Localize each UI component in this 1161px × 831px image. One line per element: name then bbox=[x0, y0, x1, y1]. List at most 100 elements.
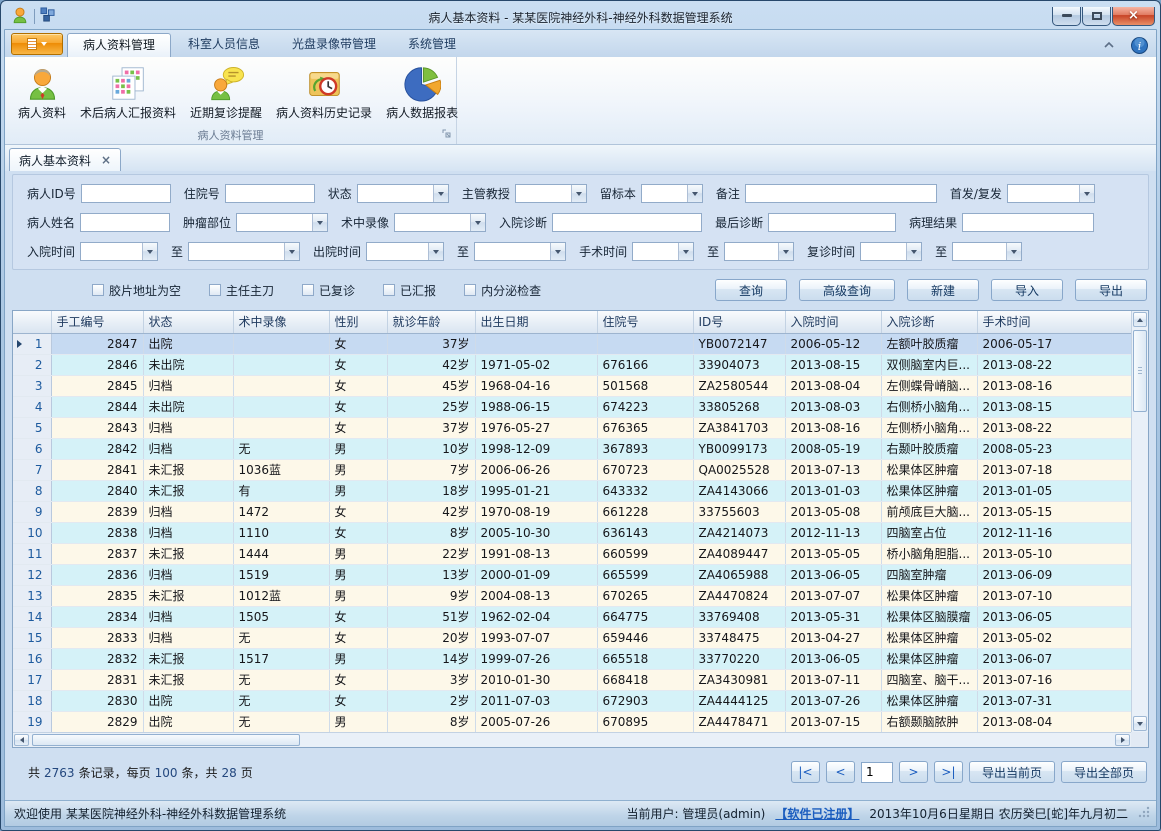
dropdown-button[interactable] bbox=[778, 243, 793, 260]
vertical-scrollbar[interactable] bbox=[1131, 311, 1148, 732]
filter-combo-3-5[interactable] bbox=[632, 242, 694, 261]
filter-input-2-1[interactable] bbox=[80, 213, 170, 232]
dropdown-button[interactable] bbox=[571, 185, 586, 202]
filter-combo-3-3[interactable] bbox=[366, 242, 444, 261]
ribbon-button-2[interactable]: 术后病人汇报资料 bbox=[73, 60, 183, 126]
table-row[interactable]: 12847出院女37岁YB00721472006-05-12左额叶胶质瘤2006… bbox=[13, 333, 1133, 354]
filter-input-2-5[interactable] bbox=[768, 213, 896, 232]
table-row[interactable]: 142834归档1505女51岁1962-02-0466477533769408… bbox=[13, 606, 1133, 627]
column-header-8[interactable]: 住院号 bbox=[597, 311, 693, 333]
column-header-12[interactable]: 手术时间 bbox=[977, 311, 1133, 333]
table-row[interactable]: 172831未汇报无女3岁2010-01-30668418ZA343098120… bbox=[13, 669, 1133, 690]
ribbon-button-5[interactable]: 病人数据报表 bbox=[379, 60, 465, 126]
dropdown-button[interactable] bbox=[678, 243, 693, 260]
column-header-11[interactable]: 入院诊断 bbox=[881, 311, 977, 333]
filter-combo-1-3[interactable] bbox=[357, 184, 449, 203]
checkbox-3[interactable]: 已复诊 bbox=[302, 282, 355, 299]
dropdown-button[interactable] bbox=[1006, 243, 1021, 260]
column-header-3[interactable]: 状态 bbox=[143, 311, 233, 333]
application-menu-button[interactable] bbox=[11, 33, 63, 55]
filter-combo-3-8[interactable] bbox=[952, 242, 1022, 261]
filter-combo-3-7[interactable] bbox=[860, 242, 922, 261]
column-header-10[interactable]: 入院时间 bbox=[785, 311, 881, 333]
action-button-5[interactable]: 导出 bbox=[1075, 279, 1147, 301]
ribbon-button-1[interactable]: 病人资料 bbox=[11, 60, 73, 126]
column-header-7[interactable]: 出生日期 bbox=[475, 311, 597, 333]
filter-combo-1-4[interactable] bbox=[515, 184, 587, 203]
dropdown-button[interactable] bbox=[142, 243, 157, 260]
filter-input-1-6[interactable] bbox=[745, 184, 937, 203]
dialog-launcher-icon[interactable] bbox=[442, 128, 452, 142]
column-header-9[interactable]: ID号 bbox=[693, 311, 785, 333]
next-page-button[interactable]: > bbox=[899, 761, 928, 783]
filter-combo-1-7[interactable] bbox=[1007, 184, 1095, 203]
first-page-button[interactable]: |< bbox=[791, 761, 820, 783]
title-bar[interactable]: 病人基本资料 - 某某医院神经外科-神经外科数据管理系统 × bbox=[4, 1, 1157, 29]
table-row[interactable]: 162832未汇报1517男14岁1999-07-266655183377022… bbox=[13, 648, 1133, 669]
checkbox-1[interactable]: 胶片地址为空 bbox=[92, 282, 181, 299]
ribbon-tab-1[interactable]: 病人资料管理 bbox=[67, 33, 171, 57]
table-row[interactable]: 92839归档1472女42岁1970-08-19661228337556032… bbox=[13, 501, 1133, 522]
ribbon-tab-2[interactable]: 科室人员信息 bbox=[173, 33, 275, 57]
export-all-pages-button[interactable]: 导出全部页 bbox=[1061, 761, 1147, 783]
minimize-button[interactable] bbox=[1052, 7, 1081, 26]
filter-input-1-2[interactable] bbox=[225, 184, 315, 203]
collapse-ribbon-icon[interactable] bbox=[1100, 37, 1118, 53]
dropdown-button[interactable] bbox=[433, 185, 448, 202]
column-header-2[interactable]: 手工编号 bbox=[51, 311, 143, 333]
export-current-page-button[interactable]: 导出当前页 bbox=[969, 761, 1055, 783]
filter-combo-3-6[interactable] bbox=[724, 242, 794, 261]
column-header-4[interactable]: 术中录像 bbox=[233, 311, 329, 333]
scroll-right-icon[interactable] bbox=[1115, 734, 1130, 746]
tab-patient-basic-info[interactable]: 病人基本资料 × bbox=[9, 148, 121, 171]
page-number-input[interactable] bbox=[861, 762, 893, 783]
dropdown-button[interactable] bbox=[284, 243, 299, 260]
maximize-button[interactable] bbox=[1082, 7, 1111, 26]
prev-page-button[interactable]: < bbox=[826, 761, 855, 783]
table-row[interactable]: 72841未汇报1036蓝男7岁2006-06-26670723QA002552… bbox=[13, 459, 1133, 480]
dropdown-button[interactable] bbox=[312, 214, 327, 231]
last-page-button[interactable]: >| bbox=[934, 761, 963, 783]
column-header-6[interactable]: 就诊年龄 bbox=[387, 311, 475, 333]
table-row[interactable]: 52843归档女37岁1976-05-27676365ZA38417032013… bbox=[13, 417, 1133, 438]
checkbox-5[interactable]: 内分泌检查 bbox=[464, 282, 541, 299]
horizontal-scroll-thumb[interactable] bbox=[32, 734, 300, 746]
table-row[interactable]: 152833归档无女20岁1993-07-0765944633748475201… bbox=[13, 627, 1133, 648]
vertical-scroll-thumb[interactable] bbox=[1133, 330, 1147, 412]
table-row[interactable]: 42844未出院女25岁1988-06-15674223338052682013… bbox=[13, 396, 1133, 417]
table-row[interactable]: 132835未汇报1012蓝男9岁2004-08-13670265ZA44708… bbox=[13, 585, 1133, 606]
tab-close-icon[interactable]: × bbox=[101, 153, 111, 167]
table-row[interactable]: 22846未出院女42岁1971-05-02676166339040732013… bbox=[13, 354, 1133, 375]
action-button-2[interactable]: 高级查询 bbox=[799, 279, 895, 301]
action-button-4[interactable]: 导入 bbox=[991, 279, 1063, 301]
column-header-5[interactable]: 性别 bbox=[329, 311, 387, 333]
filter-combo-3-4[interactable] bbox=[474, 242, 566, 261]
filter-combo-3-2[interactable] bbox=[188, 242, 300, 261]
ribbon-button-3[interactable]: 近期复诊提醒 bbox=[183, 60, 269, 126]
quick-access-icon[interactable] bbox=[40, 7, 55, 25]
checkbox-4[interactable]: 已汇报 bbox=[383, 282, 436, 299]
scroll-left-icon[interactable] bbox=[14, 734, 29, 746]
close-button[interactable]: × bbox=[1112, 7, 1155, 26]
scroll-up-icon[interactable] bbox=[1133, 312, 1147, 327]
dropdown-button[interactable] bbox=[687, 185, 702, 202]
ribbon-tab-4[interactable]: 系统管理 bbox=[393, 33, 471, 57]
filter-combo-1-5[interactable] bbox=[641, 184, 703, 203]
filter-combo-2-3[interactable] bbox=[394, 213, 486, 232]
resize-grip-icon[interactable] bbox=[1138, 806, 1150, 821]
checkbox-2[interactable]: 主任主刀 bbox=[209, 282, 274, 299]
info-icon[interactable]: i bbox=[1130, 37, 1148, 53]
filter-input-1-1[interactable] bbox=[81, 184, 171, 203]
table-row[interactable]: 62842归档无男10岁1998-12-09367893YB0099173200… bbox=[13, 438, 1133, 459]
filter-combo-2-2[interactable] bbox=[236, 213, 328, 232]
dropdown-button[interactable] bbox=[906, 243, 921, 260]
ribbon-tab-3[interactable]: 光盘录像带管理 bbox=[277, 33, 391, 57]
horizontal-scrollbar[interactable] bbox=[13, 732, 1131, 747]
action-button-3[interactable]: 新建 bbox=[907, 279, 979, 301]
table-row[interactable]: 32845归档女45岁1968-04-16501568ZA25805442013… bbox=[13, 375, 1133, 396]
scroll-down-icon[interactable] bbox=[1133, 716, 1147, 731]
dropdown-button[interactable] bbox=[1079, 185, 1094, 202]
table-row[interactable]: 82840未汇报有男18岁1995-01-21643332ZA414306620… bbox=[13, 480, 1133, 501]
table-row[interactable]: 182830出院无女2岁2011-07-03672903ZA4444125201… bbox=[13, 690, 1133, 711]
table-row[interactable]: 122836归档1519男13岁2000-01-09665599ZA406598… bbox=[13, 564, 1133, 585]
